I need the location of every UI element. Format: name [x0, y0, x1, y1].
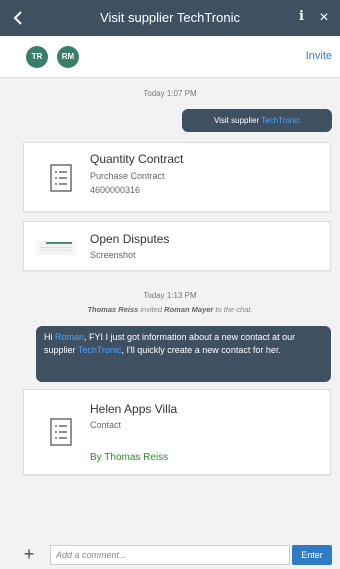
message-text: Hi: [44, 332, 55, 342]
back-button[interactable]: [8, 8, 28, 28]
author-label: By Thomas Reiss: [90, 452, 169, 463]
contact-card[interactable]: Helen Apps Villa Contact By Thomas Reiss: [23, 389, 331, 475]
mention-link[interactable]: Roman: [55, 332, 84, 342]
invite-link[interactable]: Invite: [306, 50, 332, 62]
message-text: , I'll quickly create a new contact for …: [121, 345, 281, 355]
screenshot-thumbnail-icon: [36, 241, 76, 255]
timestamp: Today 1:13 PM: [143, 291, 197, 300]
message-bubble: Hi Roman, FYI I just got information abo…: [36, 326, 331, 382]
chevron-left-icon: [13, 11, 22, 25]
card-subtitle: Purchase Contract: [90, 171, 165, 181]
comment-composer: + Enter: [0, 540, 340, 569]
card-title: Open Disputes: [90, 232, 170, 246]
supplier-link[interactable]: TechTronic: [261, 116, 300, 125]
system-message: Thomas Reiss invited Roman Mayer to the …: [0, 305, 340, 314]
comment-input[interactable]: [50, 545, 290, 565]
info-button[interactable]: i: [299, 9, 304, 24]
supplier-link[interactable]: TechTronic: [78, 345, 122, 355]
card-title: Quantity Contract: [90, 152, 184, 166]
participants-bar: TR RM Invite: [0, 36, 340, 78]
contract-card[interactable]: Quantity Contract Purchase Contract 4600…: [23, 142, 331, 212]
avatar[interactable]: TR: [26, 46, 48, 68]
timestamp: Today 1:07 PM: [143, 89, 197, 98]
system-target: Roman Mayer: [164, 305, 214, 314]
document-icon: [50, 164, 72, 192]
enter-button[interactable]: Enter: [292, 545, 332, 565]
system-actor: Thomas Reiss: [87, 305, 139, 314]
message-text: Visit supplier: [213, 116, 262, 125]
close-button[interactable]: ×: [314, 8, 334, 28]
card-subtitle: Screenshot: [90, 250, 136, 260]
card-title: Helen Apps Villa: [90, 402, 178, 416]
chat-title: Visit supplier TechTronic: [100, 10, 240, 25]
add-attachment-button[interactable]: +: [20, 545, 38, 564]
system-verb: invited: [138, 305, 165, 314]
document-icon: [50, 418, 72, 446]
message-bubble: Visit supplier TechTronic: [182, 109, 332, 132]
avatar[interactable]: RM: [57, 46, 79, 68]
card-subtitle: Contact: [90, 420, 122, 430]
disputes-card[interactable]: Open Disputes Screenshot: [23, 221, 331, 271]
header-bar: Visit supplier TechTronic i ×: [0, 0, 340, 36]
contract-number: 4600000316: [90, 185, 141, 195]
system-tail: to the chat.: [213, 305, 253, 314]
